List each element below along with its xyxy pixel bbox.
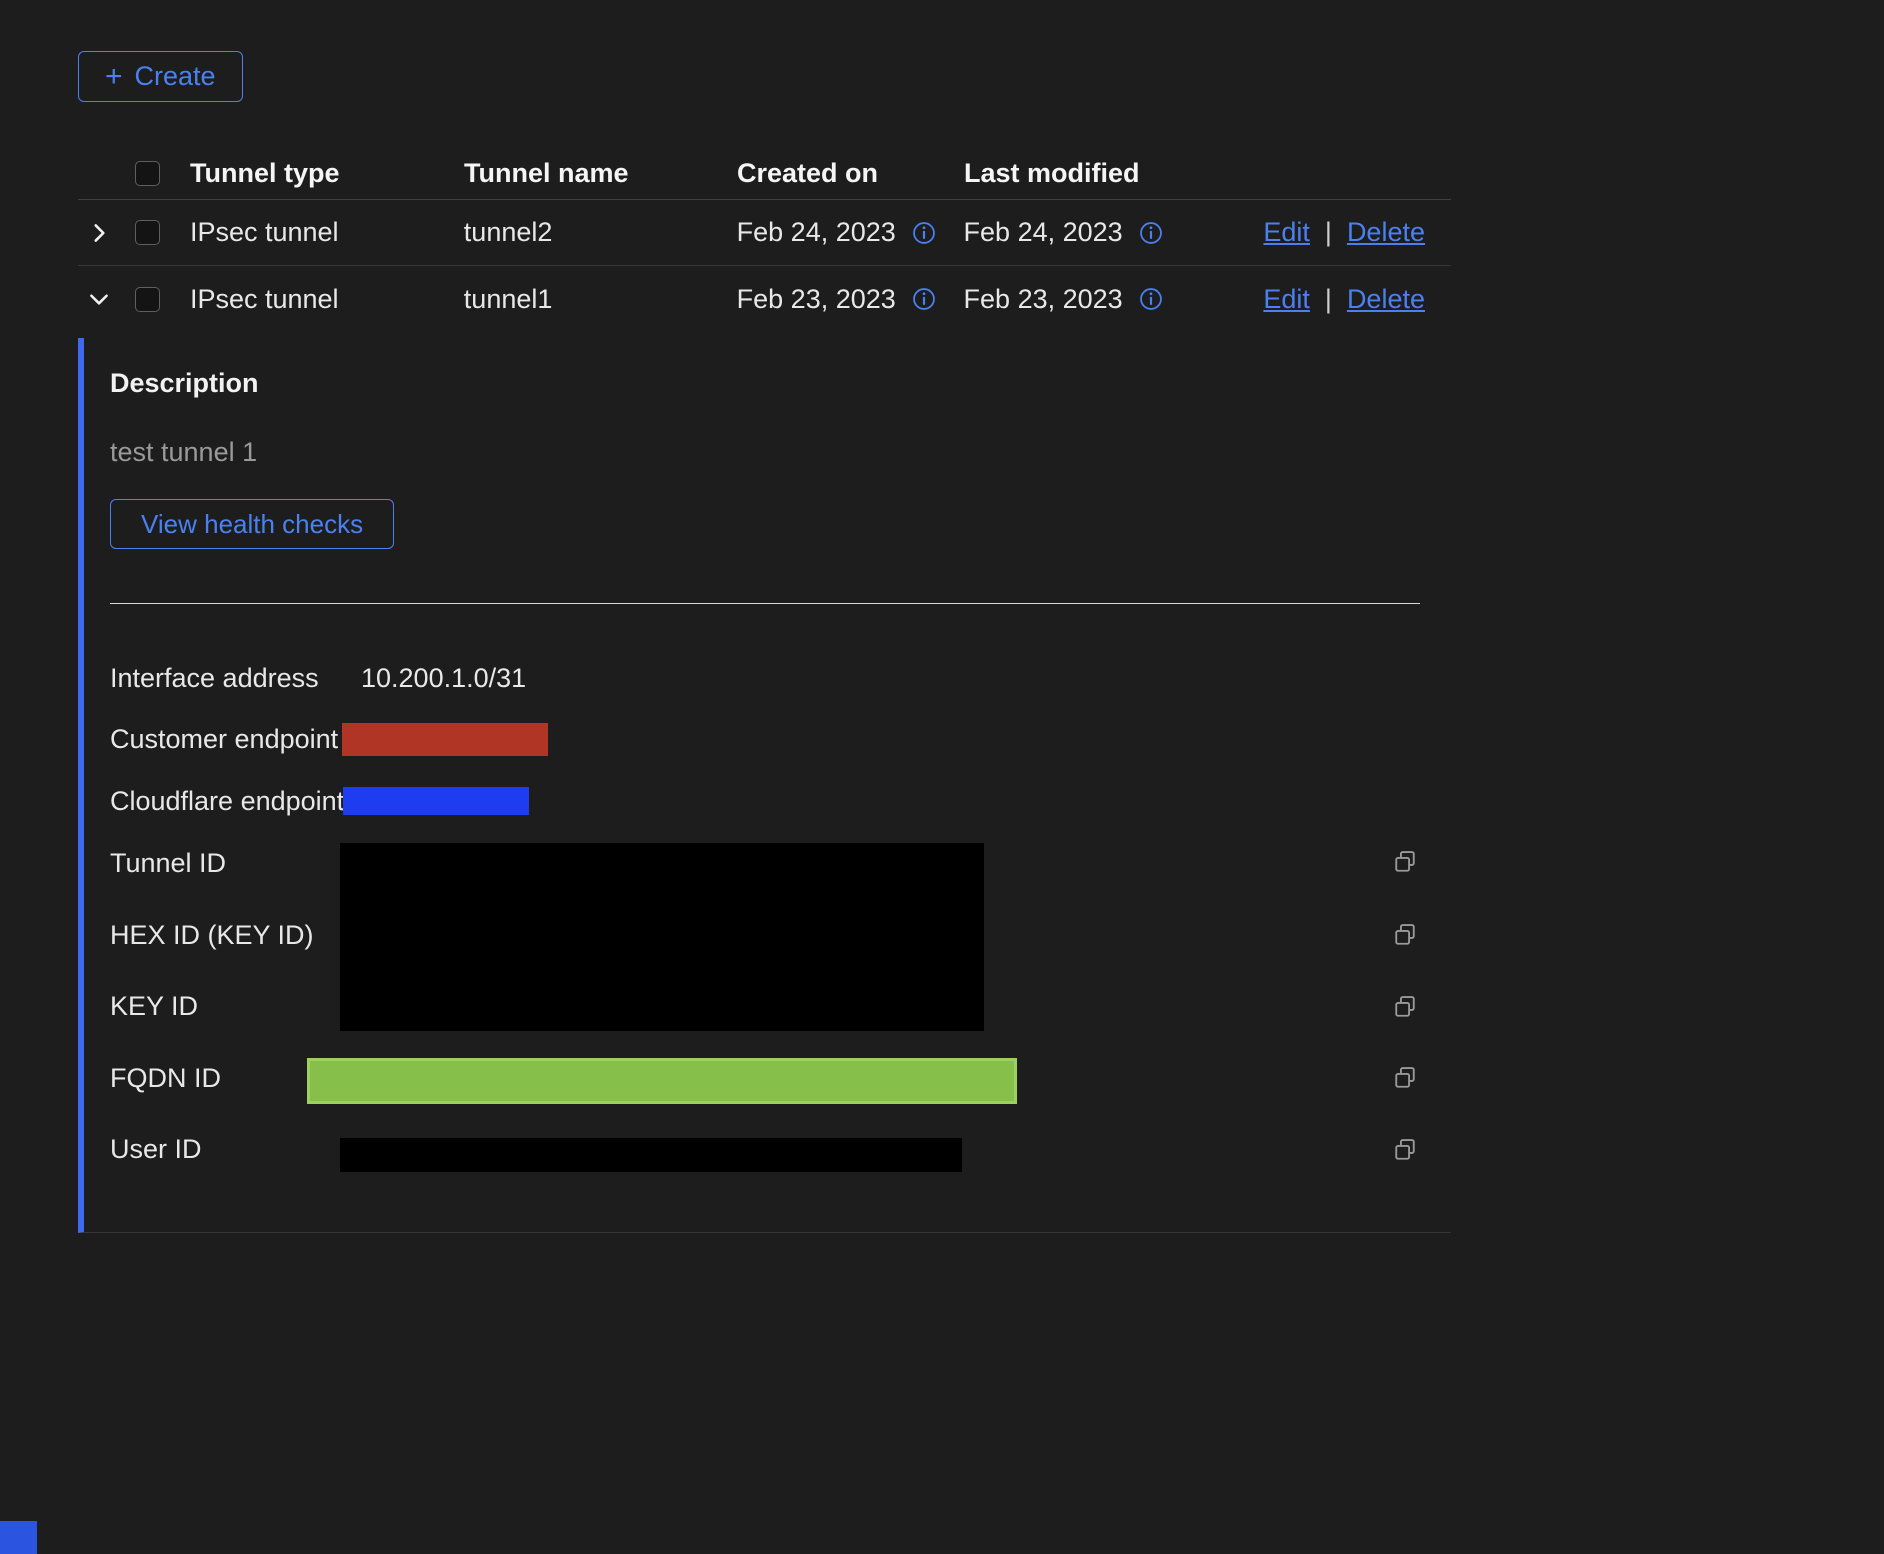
- expand-row-button[interactable]: [86, 220, 112, 246]
- id-values-redacted-block: [340, 843, 984, 1031]
- copy-icon: [1391, 848, 1419, 876]
- detail-divider: [110, 603, 1420, 604]
- interface-address-value: 10.200.1.0/31: [361, 663, 526, 694]
- row-checkbox[interactable]: [135, 287, 160, 312]
- copy-user-id-button[interactable]: [1391, 1136, 1419, 1164]
- tunnel-type-cell: IPsec tunnel: [190, 284, 464, 315]
- copy-key-id-button[interactable]: [1391, 993, 1419, 1021]
- header-created-on: Created on: [737, 158, 964, 189]
- fqdn-id-redacted-value: [307, 1058, 1017, 1104]
- last-modified-cell: Feb 23, 2023: [964, 284, 1123, 315]
- copy-icon: [1391, 993, 1419, 1021]
- info-icon[interactable]: [1139, 287, 1163, 311]
- tunnels-page: + Create Tunnel type Tunnel name Created…: [0, 0, 1884, 1554]
- table-row: IPsec tunnel tunnel1 Feb 23, 2023 Feb 23…: [78, 266, 1451, 332]
- row-checkbox[interactable]: [135, 220, 160, 245]
- copy-fqdn-id-button[interactable]: [1391, 1064, 1419, 1092]
- description-heading: Description: [110, 368, 259, 399]
- last-modified-cell: Feb 24, 2023: [964, 217, 1123, 248]
- cloudflare-endpoint-redacted-value: [343, 787, 529, 815]
- create-button[interactable]: + Create: [78, 51, 243, 102]
- plus-icon: +: [105, 62, 123, 92]
- customer-endpoint-label: Customer endpoint: [110, 724, 338, 755]
- description-value: test tunnel 1: [110, 437, 257, 468]
- table-header-row: Tunnel type Tunnel name Created on Last …: [78, 148, 1451, 200]
- edit-link[interactable]: Edit: [1263, 284, 1310, 315]
- collapse-row-button[interactable]: [86, 286, 112, 312]
- header-last-modified: Last modified: [964, 158, 1264, 189]
- hex-id-label: HEX ID (KEY ID): [110, 920, 314, 951]
- copy-icon: [1391, 1064, 1419, 1092]
- created-on-cell: Feb 23, 2023: [737, 284, 896, 315]
- tunnel-type-cell: IPsec tunnel: [190, 217, 464, 248]
- tunnel-id-label: Tunnel ID: [110, 848, 226, 879]
- info-icon[interactable]: [912, 287, 936, 311]
- action-separator: |: [1325, 217, 1332, 248]
- tunnels-table: Tunnel type Tunnel name Created on Last …: [78, 148, 1451, 332]
- key-id-label: KEY ID: [110, 991, 198, 1022]
- tunnel-name-cell: tunnel2: [464, 217, 737, 248]
- chevron-down-icon: [86, 286, 112, 312]
- info-icon[interactable]: [912, 221, 936, 245]
- delete-link[interactable]: Delete: [1347, 217, 1425, 248]
- copy-tunnel-id-button[interactable]: [1391, 848, 1419, 876]
- edit-link[interactable]: Edit: [1263, 217, 1310, 248]
- bottom-left-accent: [0, 1521, 37, 1554]
- copy-icon: [1391, 921, 1419, 949]
- create-button-label: Create: [135, 61, 216, 92]
- interface-address-label: Interface address: [110, 663, 319, 694]
- copy-hex-id-button[interactable]: [1391, 921, 1419, 949]
- header-tunnel-type: Tunnel type: [190, 158, 464, 189]
- select-all-checkbox[interactable]: [135, 161, 160, 186]
- tunnel-name-cell: tunnel1: [464, 284, 737, 315]
- header-tunnel-name: Tunnel name: [464, 158, 737, 189]
- copy-icon: [1391, 1136, 1419, 1164]
- chevron-right-icon: [86, 220, 112, 246]
- tunnel-detail-panel: Description test tunnel 1 View health ch…: [78, 338, 1451, 1233]
- customer-endpoint-redacted-value: [342, 723, 548, 756]
- user-id-label: User ID: [110, 1134, 202, 1165]
- action-separator: |: [1325, 284, 1332, 315]
- delete-link[interactable]: Delete: [1347, 284, 1425, 315]
- created-on-cell: Feb 24, 2023: [737, 217, 896, 248]
- table-row: IPsec tunnel tunnel2 Feb 24, 2023 Feb 24…: [78, 200, 1451, 266]
- view-health-checks-button[interactable]: View health checks: [110, 499, 394, 549]
- info-icon[interactable]: [1139, 221, 1163, 245]
- user-id-redacted-value: [340, 1138, 962, 1172]
- cloudflare-endpoint-label: Cloudflare endpoint: [110, 786, 344, 817]
- fqdn-id-label: FQDN ID: [110, 1063, 221, 1094]
